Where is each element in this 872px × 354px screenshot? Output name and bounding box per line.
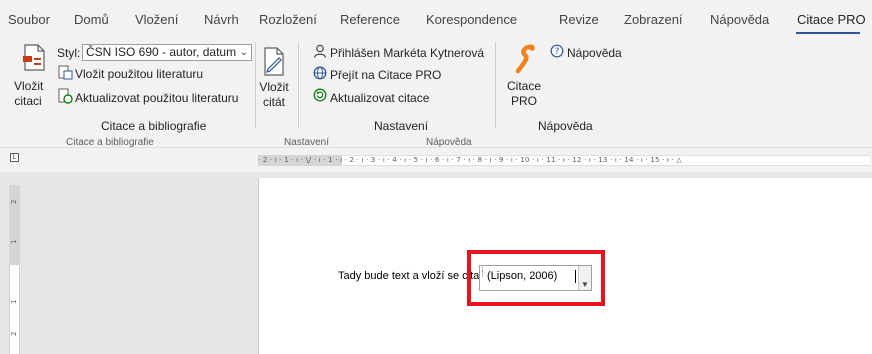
group-label-settings: Nastavení xyxy=(374,119,429,133)
insert-citation-label-2: citaci xyxy=(14,94,42,108)
style-dropdown-value: ČSN ISO 690 - autor, datum xyxy=(86,45,237,59)
tab-soubor[interactable]: Soubor xyxy=(8,12,50,27)
user-icon xyxy=(313,44,327,58)
vruler-number: 2 xyxy=(10,199,18,204)
insert-citation-icon[interactable] xyxy=(22,44,48,72)
insert-bibliography-icon xyxy=(57,64,73,80)
tab-vlozeni[interactable]: Vložení xyxy=(135,12,178,27)
tab-reference[interactable]: Reference xyxy=(340,12,400,27)
group-separator xyxy=(298,42,299,128)
insert-citation-button[interactable]: Vložit citaci xyxy=(14,79,44,109)
insert-quote-button[interactable]: Vložit citát xyxy=(258,80,290,110)
insert-quote-icon[interactable] xyxy=(262,47,286,77)
insert-quote-label-1: Vložit xyxy=(259,80,289,94)
refresh-icon xyxy=(313,88,327,102)
tab-citace-pro[interactable]: Citace PRO xyxy=(797,12,866,27)
citace-pro-label-1: Citace xyxy=(506,79,541,93)
help-circle-icon: ? xyxy=(550,44,564,58)
highlight-annotation xyxy=(467,250,605,306)
sub-label-settings: Nastavení xyxy=(284,137,330,148)
ruler-numbers: · 2 · ı · 1 · ı · ⋁ · ı · 1 · ı · 2 · ı … xyxy=(258,156,682,164)
tab-domu[interactable]: Domů xyxy=(74,12,109,27)
globe-icon xyxy=(313,66,327,80)
citace-pro-button[interactable]: Citace PRO xyxy=(504,79,544,109)
update-citations-button[interactable]: Aktualizovat citace xyxy=(330,91,429,105)
help-button[interactable]: Nápověda xyxy=(567,46,622,60)
vruler-number: 1 xyxy=(10,239,18,244)
vruler-number: 1 xyxy=(10,299,18,304)
group-separator xyxy=(495,42,496,128)
go-to-citace-pro-link[interactable]: Přejít na Citace PRO xyxy=(330,68,441,82)
insert-citation-label-1: Vložit xyxy=(14,79,44,93)
group-label-help: Nápověda xyxy=(538,119,593,133)
update-bibliography-icon xyxy=(57,88,73,104)
vruler-number: 2 xyxy=(10,331,18,336)
tab-korespondence[interactable]: Korespondence xyxy=(426,12,517,27)
insert-quote-label-2: citát xyxy=(262,95,285,109)
tab-napoveda[interactable]: Nápověda xyxy=(710,12,769,27)
update-bibliography-button[interactable]: Aktualizovat použitou literaturu xyxy=(75,91,238,105)
citace-pro-label-2: PRO xyxy=(510,94,537,108)
tab-rozlozeni[interactable]: Rozložení xyxy=(259,12,317,27)
tab-stop-selector[interactable]: L xyxy=(10,153,19,162)
tab-zobrazeni[interactable]: Zobrazení xyxy=(624,12,683,27)
logged-in-user[interactable]: Přihlášen Markéta Kytnerová xyxy=(330,46,484,60)
tab-revize[interactable]: Revize xyxy=(559,12,599,27)
style-label: Styl: xyxy=(57,46,81,60)
svg-text:?: ? xyxy=(555,47,560,57)
vertical-ruler-margin xyxy=(9,185,20,265)
group-label-citations: Citace a bibliografie xyxy=(101,119,207,133)
style-dropdown[interactable]: ČSN ISO 690 - autor, datum ⌄ xyxy=(82,44,252,61)
tab-navrh[interactable]: Návrh xyxy=(204,12,239,27)
group-separator xyxy=(255,42,256,128)
sub-label-citations: Citace a bibliografie xyxy=(66,137,154,148)
insert-bibliography-button[interactable]: Vložit použitou literaturu xyxy=(75,67,203,81)
chevron-down-icon: ⌄ xyxy=(239,47,248,58)
sub-label-help: Nápověda xyxy=(426,137,472,148)
citace-pro-logo-icon[interactable] xyxy=(513,44,539,74)
